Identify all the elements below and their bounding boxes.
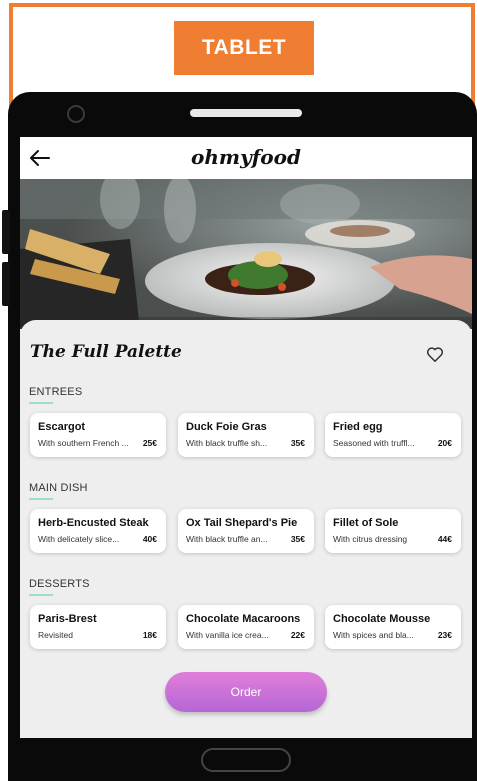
order-button[interactable]: Order — [165, 672, 327, 712]
menu-item-description: Revisited — [38, 630, 73, 640]
menu-item-price: 35€ — [290, 534, 305, 544]
menu-item-description: With black truffle an... — [186, 534, 268, 544]
menu-item-name: Duck Foie Gras — [186, 421, 267, 433]
menu-item-card[interactable]: Fried egg Seasoned with truffl... 20€ — [325, 413, 461, 457]
menu-item-name: Fillet of Sole — [333, 517, 399, 529]
menu-item-description: With southern French ... — [38, 438, 129, 448]
menu-item-description: With spices and bla... — [333, 630, 414, 640]
menu-item-price: 20€ — [437, 438, 452, 448]
restaurant-name: The Full Palette — [30, 342, 182, 362]
menu-item-name: Ox Tail Shepard's Pie — [186, 517, 298, 529]
menu-item-price: 23€ — [437, 630, 452, 640]
brand-logo[interactable]: ohmyfood — [20, 145, 472, 169]
menu-item-name: Chocolate Mousse — [333, 613, 431, 625]
camera-icon — [67, 105, 85, 123]
menu-item-name: Fried egg — [333, 421, 383, 433]
app-header: ohmyfood — [20, 137, 472, 179]
tablet-label: TABLET — [174, 21, 314, 75]
volume-button — [2, 210, 10, 254]
menu-item-card[interactable]: Chocolate Mousse With spices and bla... … — [325, 605, 461, 649]
app-screen: ohmyfood The Full Palette ENTREES Escarg… — [20, 137, 472, 738]
hero-photo — [20, 179, 472, 329]
menu-item-card[interactable]: Duck Foie Gras With black truffle sh... … — [178, 413, 314, 457]
home-button[interactable] — [201, 748, 291, 772]
menu-item-description: Seasoned with truffl... — [333, 438, 415, 448]
section-underline — [29, 402, 53, 404]
menu-item-description: With black truffle sh... — [186, 438, 268, 448]
menu-item-price: 22€ — [290, 630, 305, 640]
menu-item-card[interactable]: Paris-Brest Revisited 18€ — [30, 605, 166, 649]
section-label-main-dish: MAIN DISH — [29, 482, 88, 494]
menu-item-price: 40€ — [142, 534, 157, 544]
speaker-grille — [190, 109, 302, 117]
section-label-desserts: DESSERTS — [29, 578, 90, 590]
menu-item-name: Herb-Encusted Steak — [38, 517, 149, 529]
section-underline — [29, 594, 53, 596]
menu-item-card[interactable]: Ox Tail Shepard's Pie With black truffle… — [178, 509, 314, 553]
menu-item-name: Escargot — [38, 421, 86, 433]
restaurant-hero-image — [20, 179, 472, 329]
menu-item-price: 44€ — [437, 534, 452, 544]
menu-item-card[interactable]: Escargot With southern French ... 25€ — [30, 413, 166, 457]
menu-item-price: 25€ — [142, 438, 157, 448]
menu-item-description: With vanilla ice crea... — [186, 630, 269, 640]
menu-item-description: With citrus dressing — [333, 534, 408, 544]
section-underline — [29, 498, 53, 500]
menu-item-price: 18€ — [142, 630, 157, 640]
menu-item-price: 35€ — [290, 438, 305, 448]
power-button — [2, 262, 10, 306]
menu-item-card[interactable]: Chocolate Macaroons With vanilla ice cre… — [178, 605, 314, 649]
menu-item-name: Chocolate Macaroons — [186, 613, 301, 625]
heart-icon[interactable] — [426, 346, 444, 363]
menu-item-description: With delicately slice... — [38, 534, 120, 544]
section-label-entrees: ENTREES — [29, 386, 83, 398]
menu-item-card[interactable]: Fillet of Sole With citrus dressing 44€ — [325, 509, 461, 553]
menu-item-name: Paris-Brest — [38, 613, 97, 625]
menu-item-card[interactable]: Herb-Encusted Steak With delicately slic… — [30, 509, 166, 553]
